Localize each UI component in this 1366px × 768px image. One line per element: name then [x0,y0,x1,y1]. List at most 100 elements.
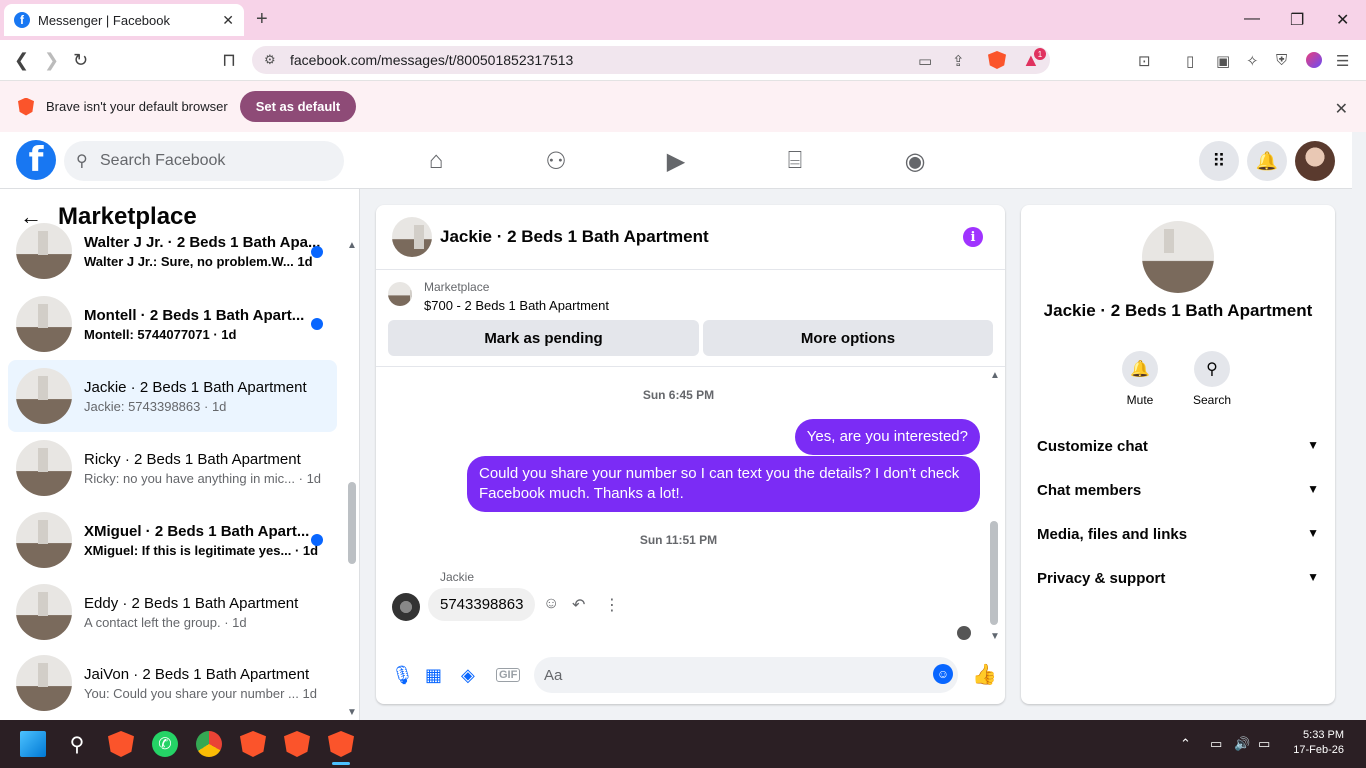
sidebar-toggle-icon[interactable]: ▯ [1186,52,1194,70]
chat-scroll-up-icon[interactable]: ▲ [990,370,1000,381]
conversation-name: Montell · 2 Beds 1 Bath Apart... [84,306,305,324]
react-icon[interactable]: ☺ [543,595,559,613]
reader-mode-icon[interactable]: ⊡ [1138,52,1151,70]
close-window-icon[interactable]: ✕ [1336,10,1349,30]
conversation-item-active[interactable]: Jackie · 2 Beds 1 Bath Apartment Jackie:… [8,360,337,432]
outgoing-message[interactable]: Could you share your number so I can tex… [467,456,980,512]
chevron-down-icon: ▼ [1307,570,1319,584]
microphone-icon[interactable]: 🎙 [391,665,414,686]
sender-avatar[interactable] [392,593,420,621]
marketplace-icon[interactable]: ⌸ [775,146,815,176]
facebook-logo-icon[interactable]: f [16,140,56,180]
profile-icon[interactable] [1306,52,1322,68]
forward-icon[interactable]: ❯ [44,50,59,71]
infobar-close-icon[interactable]: ✕ [1335,99,1348,119]
incoming-message[interactable]: 5743398863 [428,588,536,621]
browser-tab[interactable]: f Messenger | Facebook ✕ [4,4,244,36]
friends-icon[interactable]: ⚇ [536,146,576,176]
thumbs-up-icon[interactable]: 👍 [972,662,997,687]
show-hidden-icons-icon[interactable]: ⌃ [1180,736,1191,752]
chat-title[interactable]: Jackie · 2 Beds 1 Bath Apartment [440,227,709,247]
details-thumbnail[interactable] [1142,221,1214,293]
message-composer: 🎙 ▦ ◈ GIF Aa ☺ 👍 [376,653,1005,697]
conversation-item[interactable]: Ricky · 2 Beds 1 Bath Apartment Ricky: n… [8,432,337,504]
minimize-icon[interactable]: — [1244,10,1260,28]
emoji-icon[interactable]: ☺ [933,664,953,684]
photo-icon[interactable]: ▦ [425,665,442,686]
bookmark-icon[interactable]: ⊓ [222,50,236,71]
windows-start-icon[interactable] [20,731,46,757]
customize-chat-section[interactable]: Customize chat ▼ [1037,438,1319,455]
chat-thumbnail[interactable] [392,217,432,257]
chevron-down-icon: ▼ [1307,526,1319,540]
search-conversation-button[interactable]: ⚲ Search [1182,351,1242,407]
conversation-item[interactable]: JaiVon · 2 Beds 1 Bath Apartment You: Co… [8,648,337,718]
search-placeholder: Search Facebook [100,152,226,169]
conversation-item[interactable]: Walter J Jr. · 2 Beds 1 Bath Apa... Walt… [8,216,337,286]
cast-icon[interactable]: ▭ [918,52,932,70]
more-options-button[interactable]: More options [703,320,993,356]
leo-ai-icon[interactable]: ✧ [1246,52,1259,70]
account-avatar[interactable] [1295,141,1335,181]
back-icon[interactable]: ❮ [14,50,29,71]
gif-icon[interactable]: GIF [496,668,521,682]
conversation-item[interactable]: Eddy · 2 Beds 1 Bath Apartment A contact… [8,576,337,648]
reply-icon[interactable]: ↶ [572,595,585,615]
seen-avatar [957,626,971,640]
chat-scrollbar[interactable] [990,521,998,625]
whatsapp-icon[interactable]: ✆ [152,731,178,757]
reload-icon[interactable]: ↻ [73,50,88,71]
listing-source: Marketplace [424,280,490,294]
listing-thumbnail[interactable] [388,282,412,306]
tab-title: Messenger | Facebook [38,12,170,28]
close-tab-icon[interactable]: ✕ [222,12,234,29]
outgoing-message[interactable]: Yes, are you interested? [794,419,980,455]
more-actions-icon[interactable]: ⋮ [604,595,620,615]
taskbar-search-icon[interactable]: ⚲ [64,731,90,757]
conversation-item[interactable]: Montell · 2 Beds 1 Bath Apart... Montell… [8,288,337,360]
taskbar-clock[interactable]: 5:33 PM 17-Feb-26 [1293,728,1344,758]
battery-icon[interactable]: ▭ [1258,736,1270,752]
video-icon[interactable]: ▶ [656,146,696,176]
media-files-links-section[interactable]: Media, files and links ▼ [1037,526,1319,543]
new-tab-icon[interactable]: + [256,8,268,31]
share-icon[interactable]: ⇪ [952,52,965,70]
groups-icon[interactable]: ◉ [895,146,935,176]
active-app-indicator [332,762,350,765]
sticker-icon[interactable]: ◈ [461,665,475,686]
notifications-bell-icon[interactable]: 🔔 [1247,141,1287,181]
volume-icon[interactable]: 🔊 [1234,736,1250,752]
menu-grid-icon[interactable]: ⠿ [1199,141,1239,181]
maximize-icon[interactable]: ❐ [1290,10,1304,30]
chat-scroll-down-icon[interactable]: ▼ [990,631,1000,642]
mute-button[interactable]: 🔔 Mute [1110,351,1170,407]
clock-time: 5:33 PM [1303,729,1344,741]
vpn-icon[interactable]: ⛨ [1276,52,1287,69]
privacy-support-section[interactable]: Privacy & support ▼ [1037,570,1319,587]
wallet-icon[interactable]: ▣ [1216,52,1230,70]
conversation-snippet: A contact left the group. · 1d [84,614,247,630]
chat-members-section[interactable]: Chat members ▼ [1037,482,1319,499]
bell-icon: 🔔 [1122,351,1158,387]
facebook-favicon-icon: f [14,12,30,28]
message-input[interactable]: Aa [534,657,958,693]
conversation-list-scrollbar[interactable] [348,482,356,564]
set-default-button[interactable]: Set as default [239,91,357,122]
home-icon[interactable]: ⌂ [416,146,456,176]
unread-dot [311,246,323,258]
conversation-item[interactable]: XMiguel · 2 Beds 1 Bath Apart... XMiguel… [8,504,337,576]
scroll-up-arrow-icon[interactable]: ▲ [347,240,357,251]
menu-icon[interactable]: ☰ [1336,52,1349,70]
mark-as-pending-button[interactable]: Mark as pending [388,320,699,356]
scroll-down-arrow-icon[interactable]: ▼ [347,707,357,718]
unread-dot [311,534,323,546]
conversation-name: XMiguel · 2 Beds 1 Bath Apart... [84,522,310,540]
facebook-search-input[interactable]: ⚲ Search Facebook [64,141,344,181]
chrome-icon[interactable] [196,731,222,757]
conversation-info-icon[interactable]: i [963,227,983,247]
conversation-name: Ricky · 2 Beds 1 Bath Apartment [84,450,301,468]
listing-title[interactable]: $700 - 2 Beds 1 Bath Apartment [424,298,609,313]
network-icon[interactable]: ▭ [1210,736,1222,752]
brave-logo-icon [18,97,34,116]
site-info-icon[interactable]: ⚙ [264,52,276,68]
